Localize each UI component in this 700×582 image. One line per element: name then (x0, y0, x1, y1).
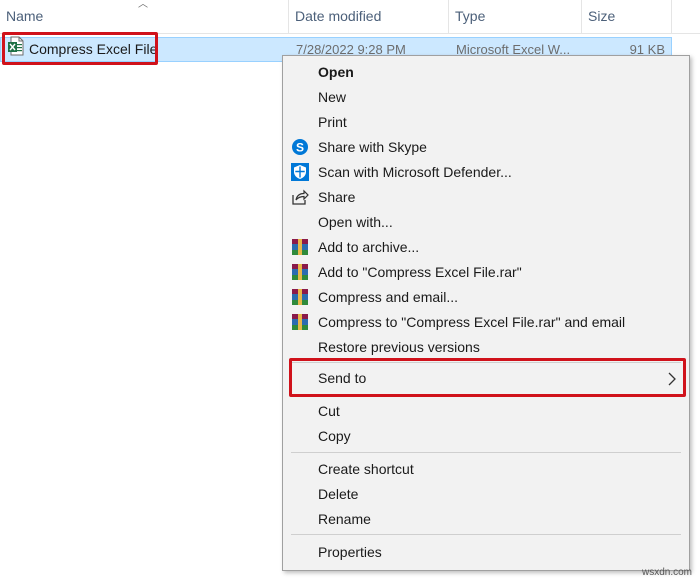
column-date-modified[interactable]: Date modified (289, 0, 449, 33)
menu-item-restore[interactable]: Restore previous versions (283, 335, 689, 359)
column-header-bar: Name ︿ Date modified Type Size (0, 0, 700, 34)
menu-item-rename[interactable]: Rename (283, 507, 689, 531)
menu-item-open[interactable]: Open (283, 60, 689, 84)
menu-item-label: Open (318, 64, 354, 80)
menu-item-label: Share (318, 189, 356, 205)
menu-item-cut[interactable]: Cut (283, 399, 689, 423)
column-divider[interactable] (671, 0, 672, 33)
menu-item-label: Properties (318, 544, 382, 560)
menu-item-label: Print (318, 114, 347, 130)
menu-item-label: Compress to "Compress Excel File.rar" an… (318, 314, 626, 330)
menu-item-add-archive[interactable]: Add to archive... (283, 235, 689, 259)
menu-separator (291, 452, 681, 453)
context-menu: Open New Print S Share with Skype Scan w… (282, 55, 690, 571)
defender-shield-icon (291, 163, 309, 181)
share-icon (292, 189, 309, 205)
menu-item-delete[interactable]: Delete (283, 482, 689, 506)
skype-icon: S (292, 139, 308, 155)
svg-text:S: S (296, 141, 304, 155)
winrar-icon (292, 314, 308, 330)
menu-item-label: Add to "Compress Excel File.rar" (318, 264, 522, 280)
menu-item-label: Delete (318, 486, 359, 502)
menu-item-add-rar[interactable]: Add to "Compress Excel File.rar" (283, 260, 689, 284)
menu-item-label: Create shortcut (318, 461, 414, 477)
menu-item-copy[interactable]: Copy (283, 424, 689, 448)
menu-item-label: Restore previous versions (318, 339, 480, 355)
menu-separator (291, 534, 681, 535)
file-highlight-box (2, 32, 158, 65)
menu-item-share[interactable]: Share (283, 185, 689, 209)
menu-item-create-shortcut[interactable]: Create shortcut (283, 457, 689, 481)
watermark: wsxdn.com (641, 567, 692, 578)
menu-item-share-skype[interactable]: S Share with Skype (283, 135, 689, 159)
menu-item-scan-defender[interactable]: Scan with Microsoft Defender... (283, 160, 689, 184)
menu-item-label: Open with... (318, 214, 393, 230)
menu-item-properties[interactable]: Properties (283, 540, 689, 564)
winrar-icon (292, 264, 308, 280)
menu-item-label: Add to archive... (318, 239, 420, 255)
menu-item-label: Compress and email... (318, 289, 459, 305)
menu-item-compress-email[interactable]: Compress and email... (283, 285, 689, 309)
menu-item-label: Copy (318, 428, 351, 444)
menu-item-open-with[interactable]: Open with... (283, 210, 689, 234)
column-size[interactable]: Size (582, 0, 672, 33)
menu-item-label: Share with Skype (318, 139, 427, 155)
menu-item-compress-rar-email[interactable]: Compress to "Compress Excel File.rar" an… (283, 310, 689, 334)
sort-ascending-icon: ︿ (138, 0, 148, 10)
menu-item-print[interactable]: Print (283, 110, 689, 134)
menu-item-label: Scan with Microsoft Defender... (318, 164, 512, 180)
winrar-icon (292, 289, 308, 305)
menu-item-new[interactable]: New (283, 85, 689, 109)
menu-item-label: Rename (318, 511, 371, 527)
winrar-icon (292, 239, 308, 255)
menu-item-label: New (318, 89, 347, 105)
column-type[interactable]: Type (449, 0, 581, 33)
send-to-highlight-box (289, 358, 686, 397)
menu-item-label: Cut (318, 403, 340, 419)
